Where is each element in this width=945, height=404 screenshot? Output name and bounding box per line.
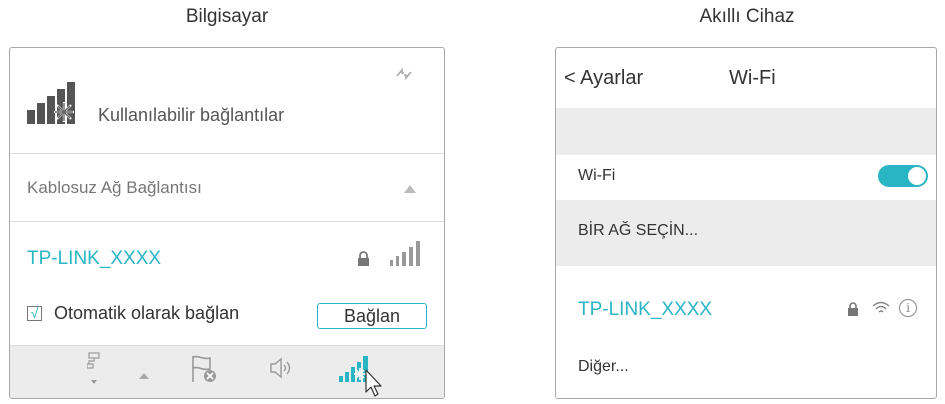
wireless-section-header[interactable]: Kablosuz Ağ Bağlantısı — [10, 154, 444, 221]
connect-button[interactable]: Bağlan — [317, 303, 427, 329]
divider — [10, 221, 444, 222]
auto-connect-label: Otomatik olarak bağlan — [54, 303, 240, 323]
taskbar — [10, 345, 444, 398]
navigation-bar: < Ayarlar Wi-Fi — [556, 48, 936, 108]
available-connections-header: Kullanılabilir bağlantılar — [10, 48, 444, 153]
other-network[interactable]: Diğer... — [578, 358, 629, 376]
flag-icon[interactable] — [190, 354, 218, 384]
network-name[interactable]: TP-LINK_XXXX — [578, 299, 712, 321]
page-title: Wi-Fi — [729, 67, 776, 89]
mouse-cursor-icon — [365, 369, 382, 397]
toggle-knob — [908, 167, 926, 185]
wireless-section-label: Kablosuz Ağ Bağlantısı — [27, 178, 202, 197]
lock-icon — [358, 251, 369, 266]
wifi-signal-icon — [872, 301, 890, 313]
choose-network-header: BİR AĞ SEÇİN... — [556, 200, 936, 266]
show-hidden-arrow-icon[interactable] — [139, 373, 149, 380]
computer-heading: Bilgisayar — [185, 6, 269, 27]
collapse-arrow-icon[interactable] — [404, 185, 416, 193]
wifi-label: Wi-Fi — [578, 167, 616, 184]
speaker-icon[interactable] — [269, 356, 295, 380]
device-wifi-panel: < Ayarlar Wi-Fi Wi-Fi BİR AĞ SEÇİN... TP… — [555, 47, 937, 399]
computer-network-panel: Kullanılabilir bağlantılar Kablosuz Ağ B… — [9, 47, 445, 399]
wifi-tray-icon[interactable] — [339, 356, 389, 398]
wifi-toggle-row: Wi-Fi — [556, 155, 936, 200]
network-name[interactable]: TP-LINK_XXXX — [27, 248, 161, 270]
available-connections-label: Kullanılabilir bağlantılar — [98, 105, 285, 125]
wifi-toggle[interactable] — [878, 165, 928, 187]
back-button[interactable]: < Ayarlar — [564, 67, 643, 90]
signal-strength-icon — [390, 241, 420, 266]
network-icon[interactable] — [87, 352, 101, 386]
info-icon[interactable]: i — [899, 299, 917, 317]
section-spacer — [556, 108, 936, 155]
signal-bars-icon — [27, 82, 75, 124]
lock-icon — [848, 302, 858, 316]
device-heading: Akıllı Cihaz — [699, 6, 795, 27]
refresh-icon[interactable] — [395, 67, 413, 81]
auto-connect-checkbox[interactable]: √ — [27, 306, 42, 321]
choose-network-label: BİR AĞ SEÇİN... — [578, 222, 699, 239]
